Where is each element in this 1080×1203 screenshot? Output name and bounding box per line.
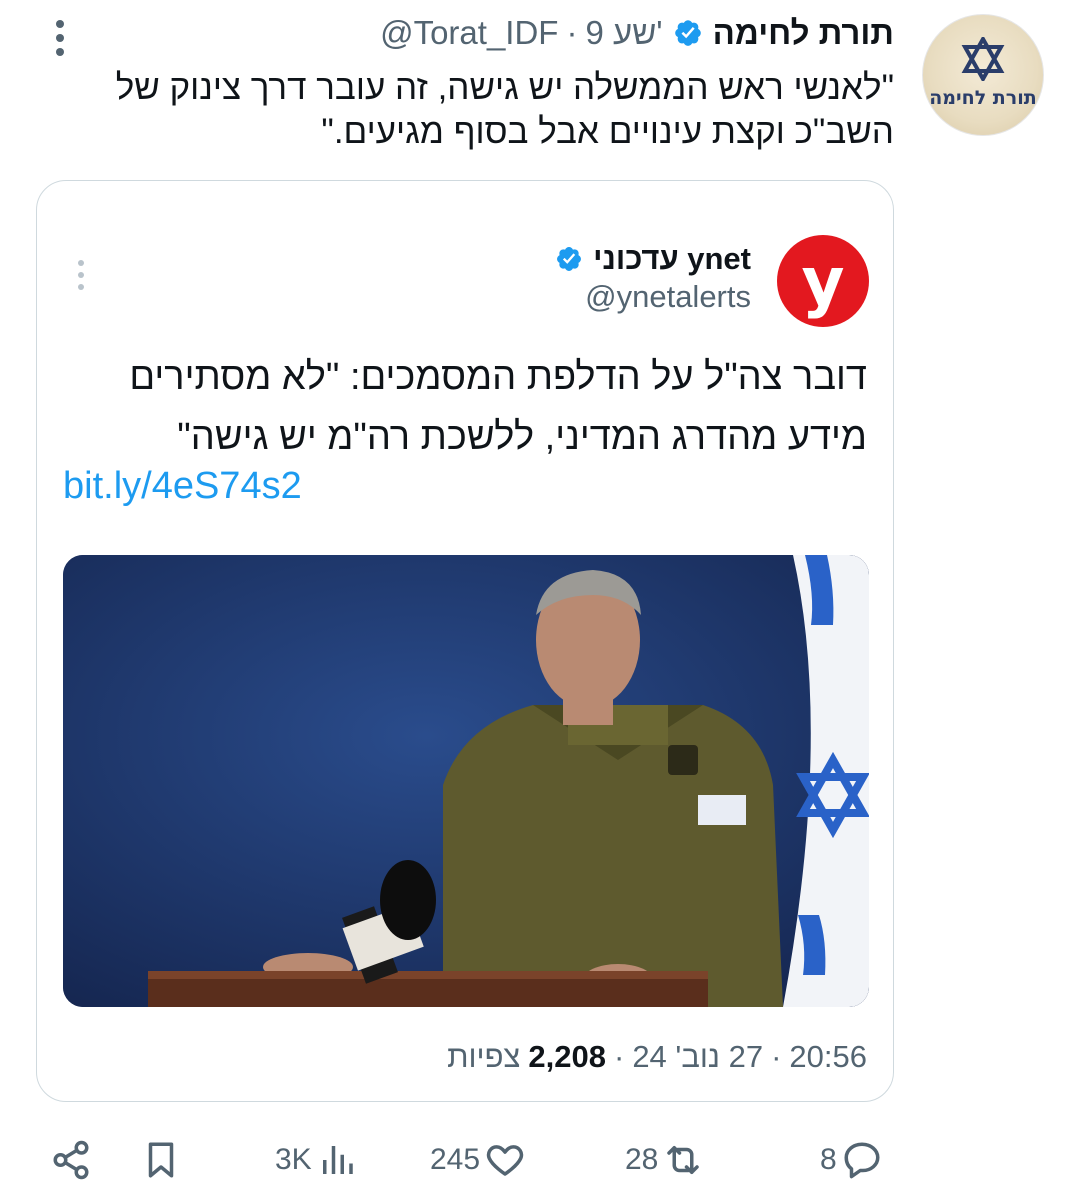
views-button[interactable]: 3K — [275, 1130, 358, 1190]
share-icon — [53, 1140, 89, 1180]
tweet-header: תורת לחימה @Torat_IDF · 9 שע' — [380, 14, 894, 52]
quoted-author-avatar[interactable]: y — [777, 235, 869, 327]
meta-separator: · — [566, 14, 578, 51]
heart-icon — [486, 1145, 524, 1176]
quoted-tweet-footer: 20:56 · 27 נוב' 24 · 2,208 צפיות — [447, 1039, 867, 1075]
quoted-tweet-link[interactable]: bit.ly/4eS74s2 — [63, 465, 302, 508]
more-options-icon[interactable] — [52, 18, 68, 58]
tweet-body: "לאנשי ראש הממשלה יש גישה, זה עובר דרך צ… — [115, 68, 894, 151]
author-avatar[interactable]: תורת לחימה — [922, 14, 1044, 136]
quoted-tweet-body: דובר צה"ל על הדלפת המסמכים: "לא מסתירים … — [129, 356, 867, 458]
retweet-button[interactable]: 28 — [625, 1130, 704, 1190]
quoted-view-count: 2,208 — [528, 1039, 606, 1074]
quoted-author-name-row: עדכוני ynet — [555, 241, 751, 277]
footer-separator: · — [771, 1039, 782, 1074]
quoted-time[interactable]: 20:56 — [789, 1039, 867, 1075]
tweet-time[interactable]: 9 שע' — [585, 14, 662, 52]
author-name[interactable]: תורת לחימה — [713, 14, 894, 52]
verified-badge-icon — [557, 247, 582, 271]
footer-separator: · — [613, 1039, 625, 1074]
tweet-meta: @Torat_IDF · 9 שע' — [380, 14, 663, 52]
quoted-more-options-icon[interactable] — [75, 257, 87, 293]
quoted-tweet[interactable]: y עדכוני ynet @ynetalerts דובר צה"ל על ה… — [36, 180, 894, 1102]
replies-count: 8 — [820, 1143, 837, 1176]
press-conference-photo — [63, 555, 869, 1007]
author-handle[interactable]: @Torat_IDF — [380, 14, 558, 52]
avatar-label: תורת לחימה — [929, 87, 1037, 109]
share-button[interactable] — [50, 1130, 92, 1190]
bookmark-icon — [148, 1142, 174, 1178]
quoted-author-name[interactable]: עדכוני ynet — [593, 241, 751, 277]
analytics-icon — [322, 1146, 353, 1174]
likes-count: 245 — [430, 1143, 481, 1176]
quoted-author-handle[interactable]: @ynetalerts — [585, 279, 751, 315]
quoted-date[interactable]: 27 נוב' 24 — [632, 1039, 763, 1075]
action-bar: 3K 245 28 8 — [50, 1130, 900, 1190]
verified-badge-icon — [674, 20, 701, 46]
bookmark-button[interactable] — [140, 1130, 182, 1190]
quoted-tweet-image[interactable] — [63, 555, 869, 1007]
views-count: 3K — [275, 1143, 312, 1176]
ynet-logo-letter: y — [801, 242, 845, 320]
tweet: תורת לחימה תורת לחימה @Torat_IDF · 9 שע'… — [0, 0, 1080, 1203]
star-of-david-icon — [961, 37, 1005, 81]
like-button[interactable]: 245 — [430, 1130, 526, 1190]
reply-icon — [844, 1142, 880, 1179]
quoted-views-label: צפיות — [447, 1039, 521, 1074]
reply-button[interactable]: 8 — [820, 1130, 883, 1190]
retweet-icon — [667, 1146, 700, 1174]
retweets-count: 28 — [625, 1143, 659, 1176]
